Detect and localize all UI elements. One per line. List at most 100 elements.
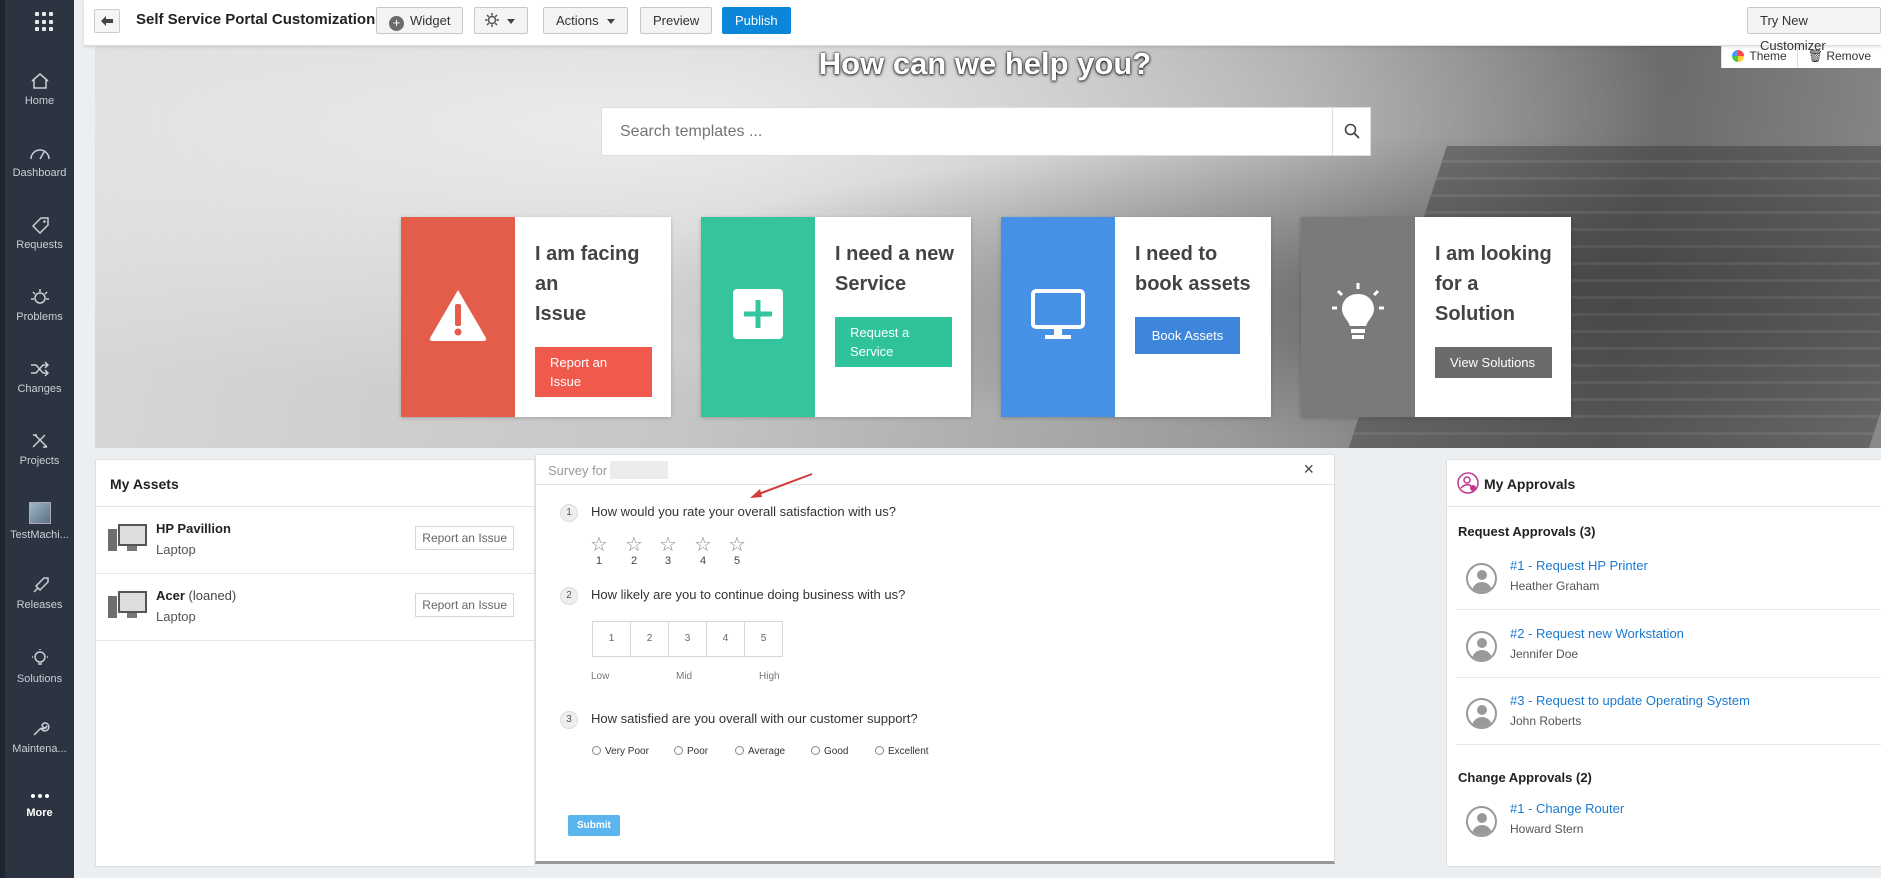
scale-option[interactable]: 3 <box>668 621 707 657</box>
card-icon-panel <box>701 217 815 417</box>
nav-item-requests[interactable]: Requests <box>5 208 74 270</box>
computer-icon <box>108 591 147 618</box>
hero-banner: How can we help you? Theme 🗑 Remove I am… <box>95 46 1881 448</box>
star-icon: ☆ <box>728 534 746 556</box>
rating-star[interactable]: ☆ 4 <box>692 535 714 567</box>
radio-option[interactable]: Good <box>811 746 848 757</box>
avatar <box>1466 631 1497 662</box>
approval-row: #3 - Request to update Operating System … <box>1456 678 1881 745</box>
card-title: I am facing an Issue <box>535 243 640 325</box>
home-icon <box>31 73 48 89</box>
card-view-solutions: I am looking for a Solution View Solutions <box>1301 217 1571 417</box>
report-issue-button[interactable]: Report an Issue <box>535 347 652 397</box>
approval-row: #2 - Request new Workstation Jennifer Do… <box>1456 611 1881 678</box>
rating-star[interactable]: ☆ 2 <box>623 535 645 567</box>
nav-item-releases[interactable]: Releases <box>5 568 74 630</box>
my-approvals-widget: My Approvals Request Approvals (3) #1 - … <box>1446 459 1881 867</box>
nav-item-test-machine[interactable]: TestMachi... <box>5 494 74 556</box>
radio-circle-icon <box>735 746 744 755</box>
approval-link[interactable]: #3 - Request to update Operating System <box>1510 693 1750 708</box>
remove-label: Remove <box>1826 49 1871 63</box>
nav-item-more[interactable]: More <box>5 782 74 844</box>
problems-icon <box>30 289 49 304</box>
scale-option[interactable]: 2 <box>630 621 669 657</box>
computer-icon <box>108 524 147 551</box>
radio-circle-icon <box>875 746 884 755</box>
nav-label-solutions: Solutions <box>16 673 63 685</box>
card-report-issue: I am facing an Issue Report an Issue <box>401 217 671 417</box>
nav-label-dashboard: Dashboard <box>12 167 67 179</box>
radio-option[interactable]: Very Poor <box>592 746 649 757</box>
approval-requester: Jennifer Doe <box>1510 647 1579 661</box>
monitor-icon <box>1031 289 1085 339</box>
approval-row: #1 - Request HP Printer Heather Graham <box>1456 543 1881 610</box>
view-solutions-button[interactable]: View Solutions <box>1435 347 1552 378</box>
search-input[interactable] <box>602 108 1332 155</box>
actions-dropdown[interactable]: Actions <box>543 7 628 34</box>
annotation-arrow-icon <box>750 473 813 498</box>
nav-item-home[interactable]: Home <box>5 64 74 126</box>
more-icon <box>30 794 49 798</box>
request-service-button[interactable]: Request a Service <box>835 317 952 367</box>
scale-option[interactable]: 1 <box>592 621 631 657</box>
likert-scale: 1 2 3 4 5 <box>592 621 792 657</box>
requests-icon <box>31 217 49 234</box>
rating-star[interactable]: ☆ 1 <box>588 535 610 567</box>
radio-option[interactable]: Average <box>735 746 785 757</box>
scale-option[interactable]: 4 <box>706 621 745 657</box>
nav-label-projects: Projects <box>19 455 60 467</box>
try-new-customizer-button[interactable]: Try New Customizer <box>1747 7 1881 53</box>
widget-button[interactable]: + Widget <box>376 7 464 34</box>
approval-link[interactable]: #1 - Change Router <box>1510 801 1624 816</box>
approval-link[interactable]: #2 - Request new Workstation <box>1510 626 1684 641</box>
nav-label-more: More <box>26 807 53 819</box>
apps-grid-icon[interactable] <box>35 12 55 32</box>
nav-item-problems[interactable]: Problems <box>5 280 74 342</box>
question-text: How would you rate your overall satisfac… <box>591 504 896 519</box>
approval-link[interactable]: #1 - Request HP Printer <box>1510 558 1648 573</box>
radio-option[interactable]: Excellent <box>875 746 929 757</box>
top-toolbar: Self Service Portal Customization + Widge… <box>84 0 1881 53</box>
asset-name: Acer (loaned) <box>156 588 237 603</box>
star-icon: ☆ <box>590 534 608 556</box>
publish-button[interactable]: Publish <box>722 7 791 34</box>
card-icon-panel <box>401 217 515 417</box>
preview-button[interactable]: Preview <box>640 7 713 34</box>
releases-icon <box>32 577 49 593</box>
question-number: 1 <box>560 504 578 522</box>
book-assets-button[interactable]: Book Assets <box>1135 317 1240 354</box>
settings-dropdown[interactable] <box>474 7 528 34</box>
question-text: How satisfied are you overall with our c… <box>591 711 918 726</box>
report-issue-link[interactable]: Report an Issue <box>415 526 514 550</box>
scale-option[interactable]: 5 <box>744 621 783 657</box>
radio-circle-icon <box>592 746 601 755</box>
nav-item-solutions[interactable]: Solutions <box>5 640 74 702</box>
radio-option[interactable]: Poor <box>674 746 708 757</box>
asset-loan-status: (loaned) <box>188 588 237 603</box>
nav-item-changes[interactable]: Changes <box>5 352 74 414</box>
nav-label-test-machine: TestMachi... <box>10 529 69 541</box>
nav-item-projects[interactable]: Projects <box>5 424 74 486</box>
nav-item-maintenance[interactable]: Maintena... <box>5 712 74 774</box>
approval-requester: Howard Stern <box>1510 822 1584 836</box>
approval-requester: Heather Graham <box>1510 579 1600 593</box>
card-title: I need to book assets <box>1135 243 1251 295</box>
lightbulb-icon <box>1332 283 1384 339</box>
report-issue-link[interactable]: Report an Issue <box>415 593 514 617</box>
search-button[interactable] <box>1332 108 1370 155</box>
search-icon <box>1344 123 1360 139</box>
back-button[interactable] <box>94 9 120 33</box>
radio-circle-icon <box>674 746 683 755</box>
question-text: How likely are you to continue doing bus… <box>591 587 906 602</box>
request-approvals-heading: Request Approvals (3) <box>1458 524 1596 539</box>
rating-star[interactable]: ☆ 3 <box>657 535 679 567</box>
gear-icon <box>485 13 499 27</box>
solutions-icon <box>31 649 48 665</box>
submit-button[interactable]: Submit <box>568 815 620 836</box>
star-icon: ☆ <box>694 534 712 556</box>
rating-star[interactable]: ☆ 5 <box>726 535 748 567</box>
close-icon[interactable]: × <box>1303 459 1314 480</box>
projects-icon <box>31 434 48 448</box>
radio-circle-icon <box>811 746 820 755</box>
nav-item-dashboard[interactable]: Dashboard <box>5 136 74 198</box>
